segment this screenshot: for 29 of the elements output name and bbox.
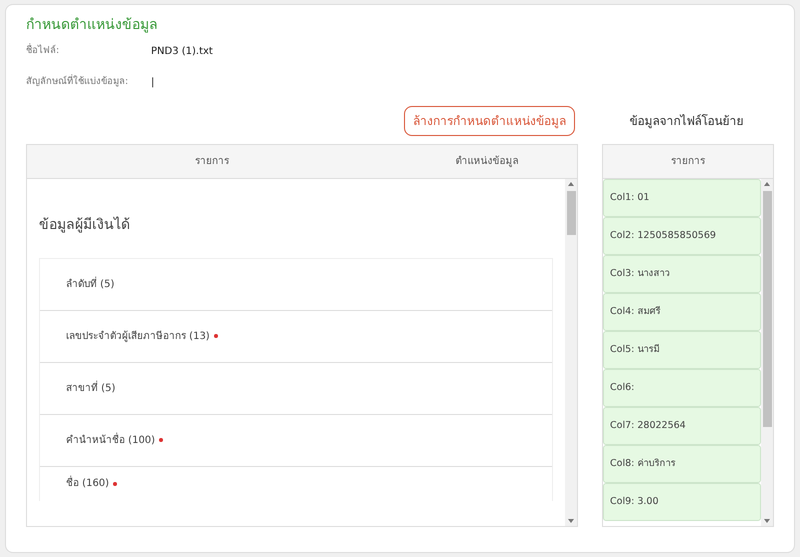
scrollbar[interactable] [761,178,773,526]
page-title: กำหนดตำแหน่งข้อมูล [26,17,159,34]
file-column-item[interactable]: Col2: 1250585850569 [603,216,761,255]
file-column-item[interactable]: Col8: ค่าบริการ [603,444,761,483]
field-value: | [151,76,154,90]
scrollbar[interactable] [565,178,577,526]
column-header: รายการ [671,154,705,169]
file-column-item[interactable]: Col4: สมศรี [603,292,761,331]
column-header: รายการ [194,154,230,169]
field-label: สัญลักษณ์ที่ใช้แบ่งข้อมูล: [26,75,130,90]
scroll-thumb[interactable] [762,190,772,427]
section-heading: ข้อมูลผู้มีเงินได้ [38,216,131,235]
field-label: ชื่อไฟล์: [26,44,60,58]
column-header: ตำแหน่งข้อมูล [454,154,520,169]
file-column-item[interactable]: Col5: นารมี [603,330,761,369]
row-label: สาขาที่ (5) [66,380,116,396]
scroll-thumb[interactable] [566,190,576,235]
field-value: PND3 (1).txt [151,44,213,59]
row-label: ลำดับที่ (5) [66,276,114,292]
row-label: เลขประจำตัวผู้เสียภาษีอากร (13) [66,330,210,344]
file-column-item[interactable]: Col3: นางสาว [603,254,761,293]
clear-mapping-button[interactable]: ล้างการกำหนดตำแหน่งข้อมูล [404,106,575,136]
file-column-item[interactable]: Col6: [603,368,761,407]
file-column-item[interactable]: Col7: 28022564 [603,406,761,445]
file-column-item[interactable]: Col1: 01 [603,178,761,217]
row-label: คำนำหน้าชื่อ (100) [66,432,156,448]
file-column-item[interactable]: Col9: 3.00 [603,482,761,521]
panel-title: ข้อมูลจากไฟล์โอนย้าย [628,112,744,130]
row-label: ชื่อ (160) [66,476,110,492]
